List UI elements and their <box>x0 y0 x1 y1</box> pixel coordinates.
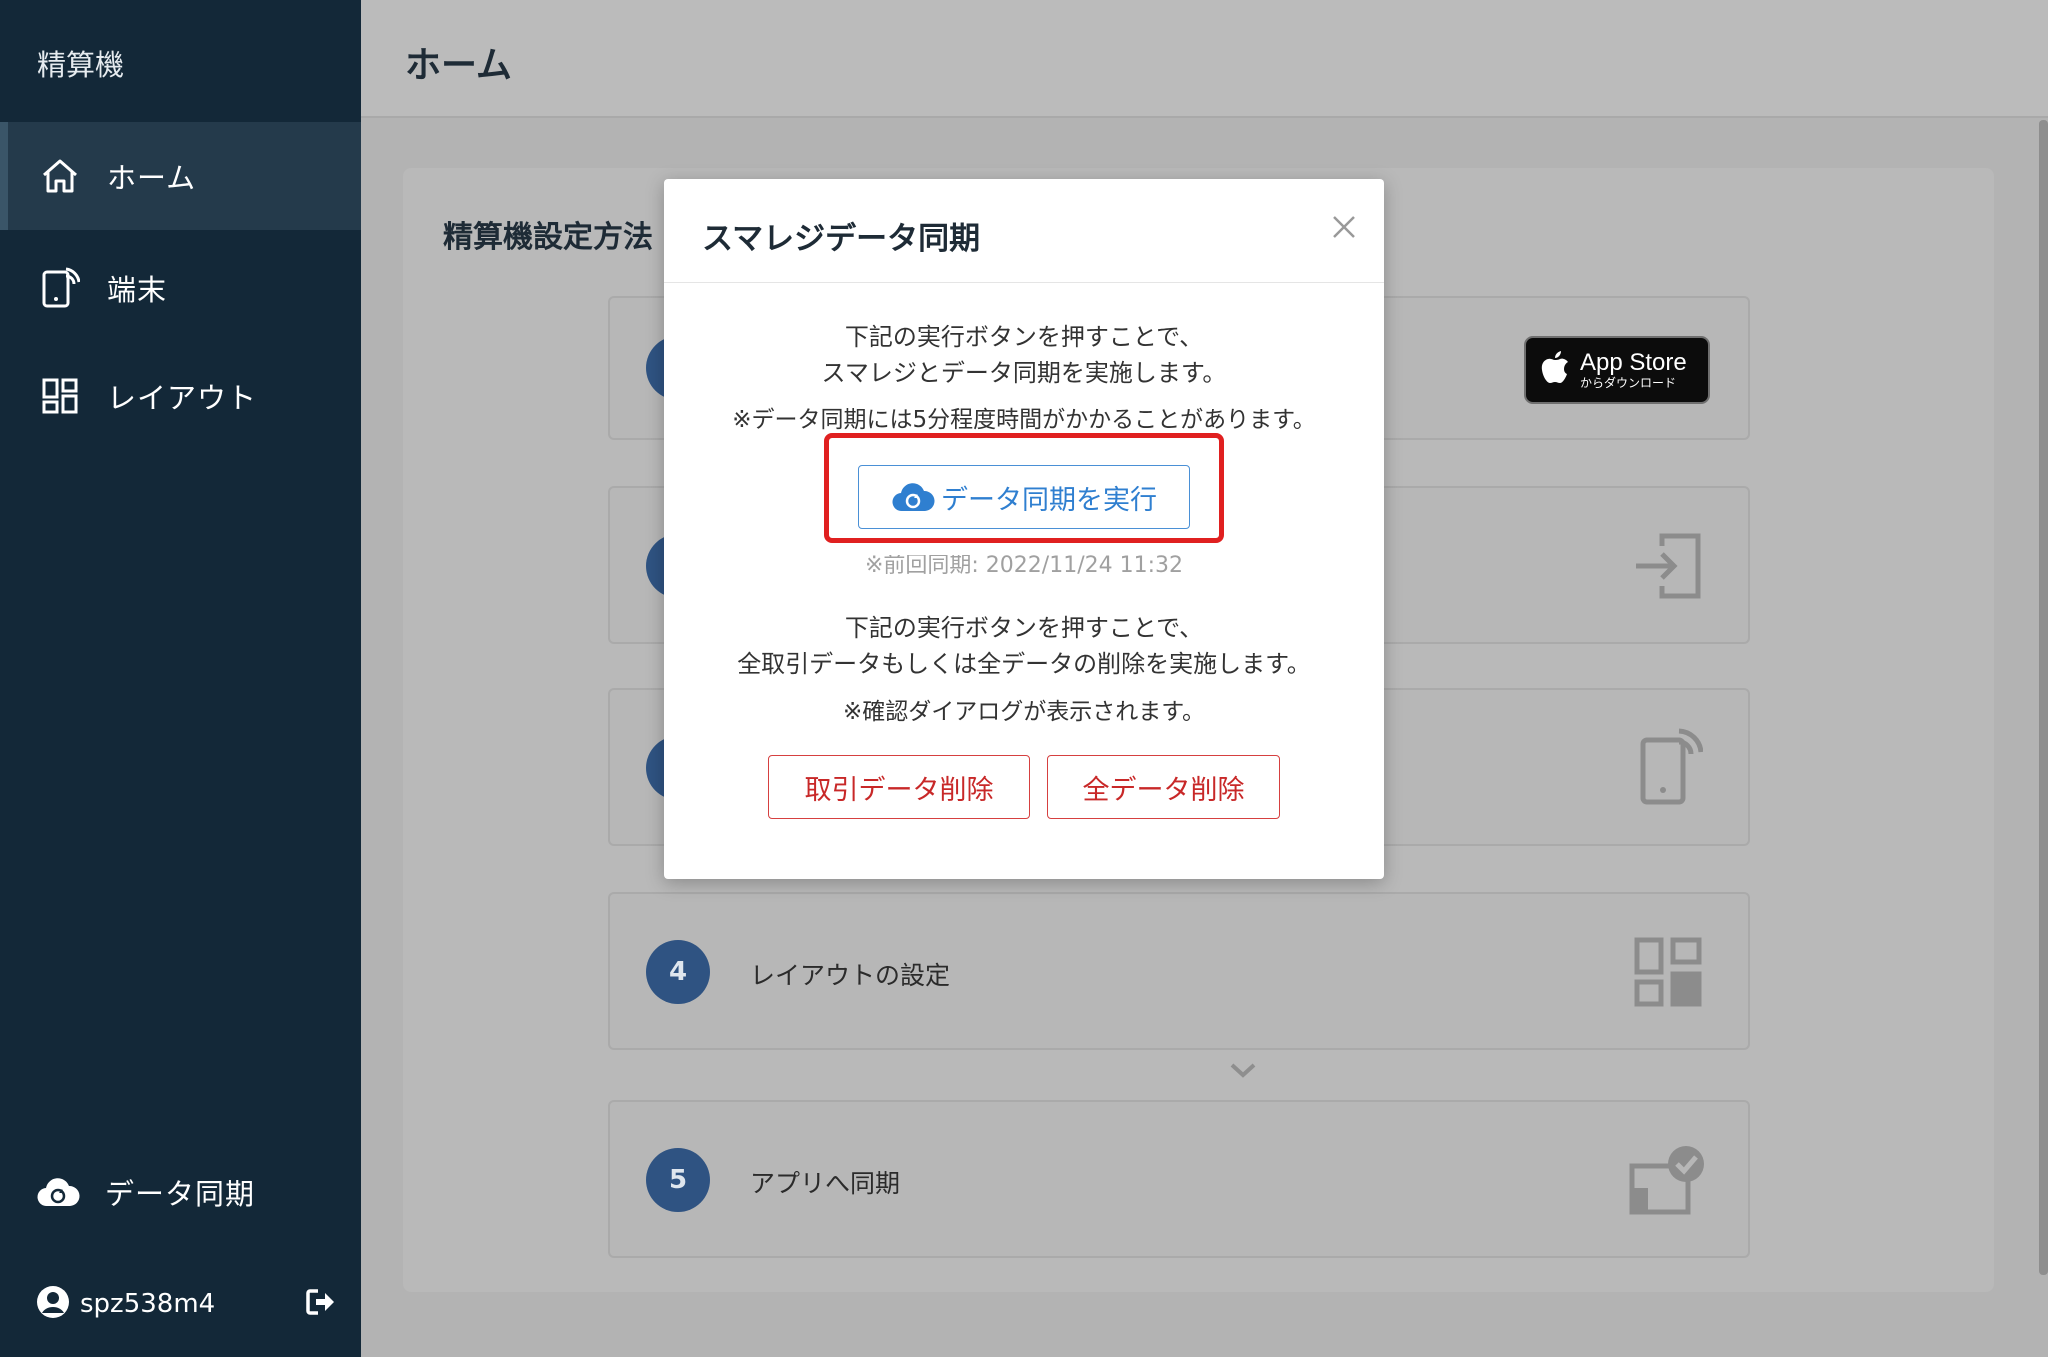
username: spz538m4 <box>80 1289 216 1319</box>
execute-sync-button[interactable]: データ同期を実行 <box>858 465 1190 529</box>
delete-description-line1: 下記の実行ボタンを押すことで、 <box>844 614 1204 642</box>
tablet-signal-icon <box>1628 728 1708 808</box>
app-title: 精算機 <box>37 48 125 82</box>
step-number: 4 <box>646 940 710 1004</box>
modal-title: スマレジデータ同期 <box>702 221 981 257</box>
panel-title: 精算機設定方法 <box>443 220 653 255</box>
sidebar-item-home[interactable]: ホーム <box>0 122 361 230</box>
layout-grid-icon <box>1628 932 1708 1012</box>
sidebar: 精算機 ホーム 端末 レイアウト データ同期 spz538m4 <box>0 0 361 1357</box>
chevron-down-icon <box>1223 1062 1263 1092</box>
close-icon[interactable] <box>1324 207 1364 247</box>
sidebar-item-label: 端末 <box>107 273 168 307</box>
user-avatar-icon <box>36 1285 70 1323</box>
execute-sync-label: データ同期を実行 <box>941 484 1157 516</box>
delete-transactions-button[interactable]: 取引データ削除 <box>768 755 1030 819</box>
setup-step-4[interactable]: 4 レイアウトの設定 <box>608 892 1750 1050</box>
login-door-icon <box>1628 526 1708 606</box>
page-title: ホーム <box>405 45 512 86</box>
sidebar-item-terminal[interactable]: 端末 <box>0 234 361 342</box>
setup-step-5[interactable]: 5 アプリへ同期 <box>608 1100 1750 1258</box>
home-icon <box>38 154 82 198</box>
delete-all-button[interactable]: 全データ削除 <box>1047 755 1280 819</box>
tablet-signal-icon <box>38 266 82 310</box>
cloud-sync-icon <box>891 481 935 513</box>
page-header: ホーム <box>361 0 2048 118</box>
sidebar-item-label: ホーム <box>107 161 197 195</box>
sync-description-line2: スマレジとデータ同期を実施します。 <box>821 359 1227 387</box>
sync-check-icon <box>1628 1140 1708 1220</box>
sidebar-data-sync-label: データ同期 <box>105 1177 256 1211</box>
delete-description-line2: 全取引データもしくは全データの削除を実施します。 <box>737 650 1311 678</box>
apple-icon <box>1540 350 1570 390</box>
delete-note: ※確認ダイアログが表示されます。 <box>843 699 1205 725</box>
sidebar-item-label: レイアウト <box>107 381 258 415</box>
data-sync-modal: スマレジデータ同期 下記の実行ボタンを押すことで、 スマレジとデータ同期を実施し… <box>664 179 1384 879</box>
modal-header: スマレジデータ同期 <box>664 179 1384 283</box>
step-number: 5 <box>646 1148 710 1212</box>
layout-grid-icon <box>38 374 82 418</box>
step-label: レイアウトの設定 <box>750 961 951 990</box>
sidebar-item-layout[interactable]: レイアウト <box>0 342 361 450</box>
scrollbar[interactable] <box>2039 120 2048 1275</box>
sync-description-line1: 下記の実行ボタンを押すことで、 <box>844 323 1204 351</box>
sidebar-data-sync[interactable]: データ同期 <box>36 1170 255 1214</box>
appstore-big-text: App Store <box>1580 349 1687 376</box>
logout-icon[interactable] <box>306 1288 336 1320</box>
cloud-sync-icon <box>36 1170 80 1214</box>
last-sync-time: ※前回同期: 2022/11/24 11:32 <box>864 555 1184 577</box>
appstore-badge[interactable]: App Store からダウンロード <box>1524 336 1710 404</box>
user-area: spz538m4 <box>36 1285 336 1323</box>
appstore-small-text: からダウンロード <box>1580 376 1677 390</box>
step-label: アプリへ同期 <box>750 1169 901 1198</box>
